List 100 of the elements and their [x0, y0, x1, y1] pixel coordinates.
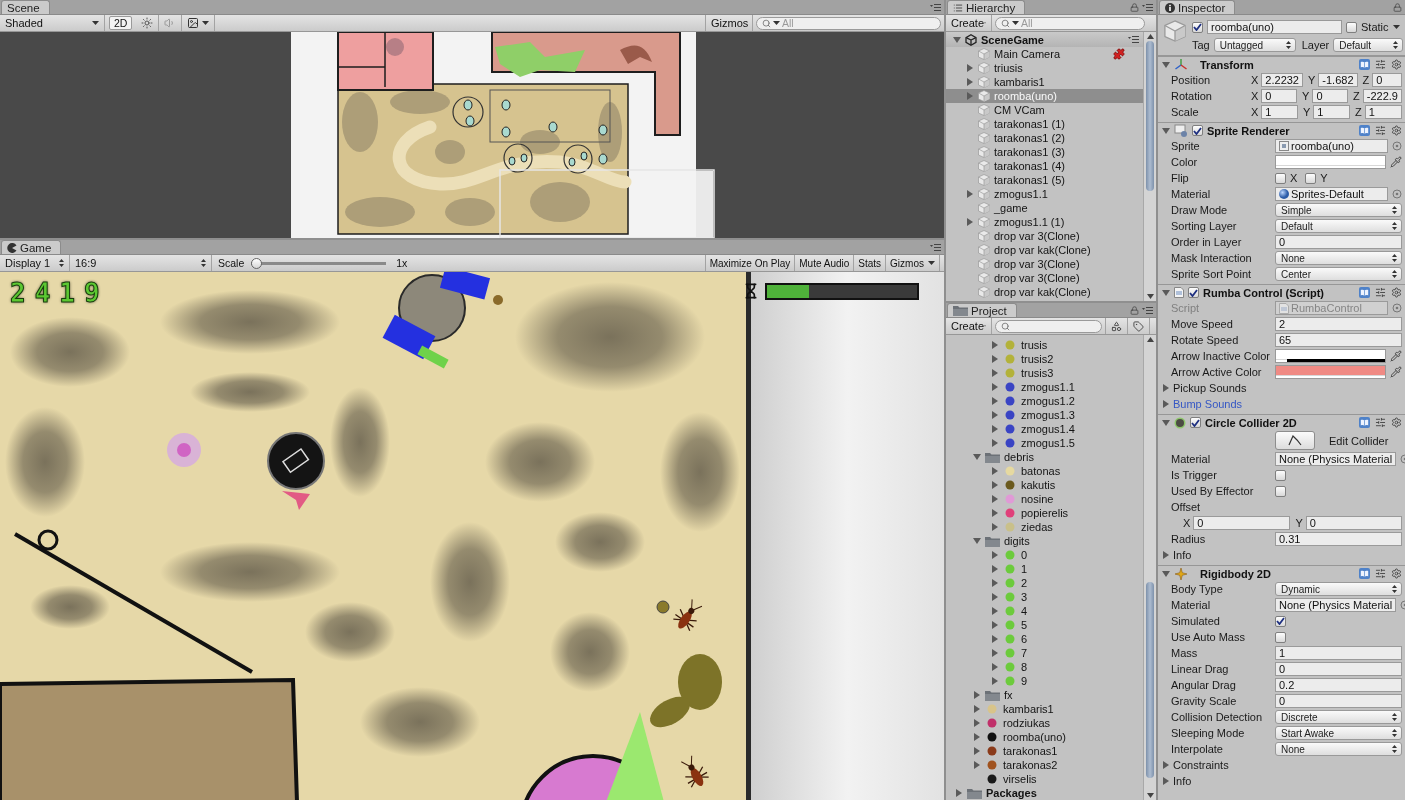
disclosure-triangle-icon[interactable] — [991, 523, 999, 531]
hierarchy-item[interactable]: tarakonas1 (1) — [946, 117, 1143, 131]
dropdown[interactable]: Untagged — [1213, 38, 1296, 52]
input-field[interactable]: 0 — [1372, 73, 1402, 87]
hierarchy-item[interactable]: drop var 3(Clone) — [946, 271, 1143, 285]
input-field[interactable]: 0 — [1275, 662, 1402, 676]
input-field[interactable]: -1.682 — [1318, 73, 1358, 87]
target-icon[interactable] — [1392, 303, 1402, 313]
color-field[interactable] — [1275, 155, 1386, 169]
disclosure-triangle-icon[interactable] — [973, 747, 981, 755]
disclosure-triangle-icon[interactable] — [1162, 400, 1170, 408]
input-field[interactable]: 2 — [1275, 317, 1402, 331]
project-item[interactable]: zmogus1.1 — [946, 380, 1143, 394]
hierarchy-item[interactable]: kambaris1 — [946, 75, 1143, 89]
disclosure-triangle-icon[interactable] — [973, 537, 981, 545]
input-field[interactable]: 65 — [1275, 333, 1402, 347]
scrollbar[interactable] — [1143, 335, 1156, 800]
disclosure-triangle-icon[interactable] — [991, 621, 999, 629]
dropdown[interactable]: Center — [1275, 267, 1402, 281]
hierarchy-item[interactable]: drop var kak(Clone) — [946, 285, 1143, 299]
disclosure-triangle-icon[interactable] — [1162, 569, 1170, 578]
dropdown[interactable]: None — [1275, 251, 1402, 265]
disclosure-triangle-icon[interactable] — [991, 481, 999, 489]
project-item[interactable]: zmogus1.4 — [946, 422, 1143, 436]
project-item[interactable]: 2 — [946, 576, 1143, 590]
disclosure-triangle-icon[interactable] — [966, 64, 974, 72]
dropdown[interactable]: 16:9 — [70, 255, 212, 271]
checkbox[interactable] — [1275, 485, 1286, 497]
disclosure-triangle-icon[interactable] — [991, 495, 999, 503]
scene-header[interactable]: SceneGame — [946, 32, 1143, 47]
input-field[interactable]: 1 — [1275, 646, 1402, 660]
disclosure-triangle-icon[interactable] — [966, 78, 974, 86]
target-icon[interactable] — [1392, 189, 1402, 199]
hierarchy-item[interactable]: tarakonas1 (2) — [946, 131, 1143, 145]
menu-icon[interactable] — [1142, 3, 1153, 11]
disclosure-triangle-icon[interactable] — [991, 397, 999, 405]
input-field[interactable]: 1 — [1313, 105, 1350, 119]
project-item[interactable]: 7 — [946, 646, 1143, 660]
hierarchy-item[interactable]: tarakonas1 (4) — [946, 159, 1143, 173]
project-item[interactable]: ziedas — [946, 520, 1143, 534]
disclosure-triangle-icon[interactable] — [991, 509, 999, 517]
disclosure-triangle-icon[interactable] — [953, 35, 961, 44]
triangle-down-icon[interactable] — [1146, 294, 1154, 299]
object-field[interactable]: None (Physics Material — [1275, 452, 1397, 466]
hierarchy-item[interactable]: triusis — [946, 61, 1143, 75]
foldout[interactable]: Info — [1158, 773, 1405, 789]
hierarchy-item[interactable]: Main Camera — [946, 47, 1143, 61]
dropdown[interactable]: Dynamic — [1275, 582, 1402, 596]
lock-icon[interactable] — [1130, 305, 1139, 315]
disclosure-triangle-icon[interactable] — [966, 190, 974, 198]
checkbox[interactable] — [1346, 21, 1357, 33]
project-item[interactable]: popierelis — [946, 506, 1143, 520]
panel-tab[interactable]: Hierarchy — [947, 0, 1026, 14]
toolbar-button[interactable]: Stats — [853, 255, 886, 271]
project-item[interactable]: 3 — [946, 590, 1143, 604]
checkbox[interactable] — [1190, 417, 1201, 428]
settings-icon[interactable] — [1391, 59, 1402, 70]
disclosure-triangle-icon[interactable] — [991, 467, 999, 475]
eyedropper-icon[interactable] — [1390, 156, 1402, 168]
dropdown[interactable]: Simple — [1275, 203, 1402, 217]
checkbox[interactable] — [1275, 172, 1286, 184]
object-field[interactable]: Sprites-Default — [1275, 187, 1388, 201]
disclosure-triangle-icon[interactable] — [966, 92, 974, 100]
sliders-icon[interactable] — [1375, 287, 1386, 298]
disclosure-triangle-icon[interactable] — [1162, 126, 1170, 135]
disclosure-triangle-icon[interactable] — [991, 355, 999, 363]
dropdown[interactable]: None — [1275, 742, 1402, 756]
disclosure-triangle-icon[interactable] — [1162, 384, 1170, 392]
input-field[interactable]: 0.2 — [1275, 678, 1402, 692]
foldout[interactable]: Pickup Sounds — [1158, 380, 1405, 396]
dropdown[interactable]: Default — [1275, 219, 1402, 233]
project-item[interactable]: 4 — [946, 604, 1143, 618]
project-item[interactable]: kambaris1 — [946, 702, 1143, 716]
project-item[interactable]: 8 — [946, 660, 1143, 674]
filter-button[interactable] — [1105, 318, 1128, 334]
project-item[interactable]: 9 — [946, 674, 1143, 688]
disclosure-triangle-icon[interactable] — [991, 649, 999, 657]
disclosure-triangle-icon[interactable] — [991, 411, 999, 419]
disclosure-triangle-icon[interactable] — [973, 733, 981, 741]
slider-thumb[interactable] — [251, 257, 263, 269]
sliders-icon[interactable] — [1375, 125, 1386, 136]
hierarchy-item[interactable]: tarakonas1 (5) — [946, 173, 1143, 187]
create-button[interactable]: Create — [946, 15, 992, 31]
disclosure-triangle-icon[interactable] — [991, 383, 999, 391]
project-item[interactable]: zmogus1.3 — [946, 408, 1143, 422]
hierarchy-item[interactable]: drop var 3(Clone) — [946, 229, 1143, 243]
scrollbar-thumb[interactable] — [1146, 582, 1154, 778]
disclosure-triangle-icon[interactable] — [991, 663, 999, 671]
disclosure-triangle-icon[interactable] — [991, 635, 999, 643]
project-item[interactable]: 0 — [946, 548, 1143, 562]
disclosure-triangle-icon[interactable] — [955, 789, 963, 797]
foldout[interactable]: Constraints — [1158, 757, 1405, 773]
sliders-icon[interactable] — [1375, 417, 1386, 428]
project-item[interactable]: zmogus1.5 — [946, 436, 1143, 450]
disclosure-triangle-icon[interactable] — [991, 579, 999, 587]
eyedropper-icon[interactable] — [1390, 350, 1402, 362]
input-field[interactable]: 1 — [1364, 105, 1402, 119]
disclosure-triangle-icon[interactable] — [973, 705, 981, 713]
input-field[interactable]: 1 — [1261, 105, 1298, 119]
checkbox[interactable] — [1192, 125, 1203, 136]
